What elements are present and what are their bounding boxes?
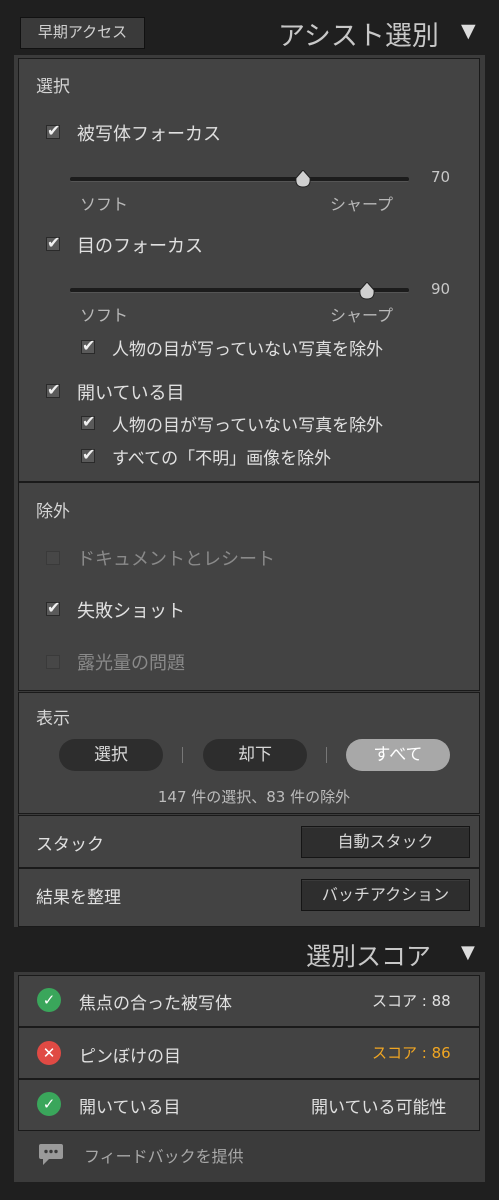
exclude-heading: 除外	[36, 502, 70, 522]
open-eyes-checkbox[interactable]	[46, 380, 60, 399]
collapse-panel-icon[interactable]: ▼	[461, 20, 476, 42]
subject-focus-value: 70	[431, 168, 451, 186]
open-eyes-exclude-no-eyes-checkbox[interactable]	[81, 412, 95, 431]
exclude-exposure-label: 露光量の問題	[77, 653, 185, 674]
score-value-warning: スコア : 86	[372, 1044, 451, 1062]
tab-select[interactable]: 選択	[59, 739, 163, 771]
eye-focus-exclude-no-eyes-checkbox[interactable]	[81, 336, 95, 355]
subject-focus-min-label: ソフト	[80, 195, 129, 214]
tab-all[interactable]: すべて	[346, 739, 450, 771]
exclude-exposure-checkbox[interactable]	[46, 655, 60, 669]
subject-focus-label: 被写体フォーカス	[77, 124, 221, 145]
eye-focus-checkbox[interactable]	[46, 233, 60, 252]
batch-action-button[interactable]: バッチアクション	[301, 879, 470, 911]
eye-focus-slider-thumb[interactable]	[359, 282, 375, 300]
tab-reject[interactable]: 却下	[203, 739, 307, 771]
eye-focus-min-label: ソフト	[80, 306, 129, 325]
speech-bubble-icon[interactable]	[38, 1143, 64, 1167]
tab-separator	[182, 747, 183, 763]
x-circle-icon: ✕	[37, 1041, 61, 1065]
eye-focus-value: 90	[431, 280, 451, 298]
open-eyes-exclude-unknown-label: すべての「不明」画像を除外	[112, 449, 332, 469]
feedback-link[interactable]: フィードバックを提供	[84, 1143, 244, 1167]
select-heading: 選択	[36, 77, 70, 97]
tab-separator	[326, 747, 327, 763]
open-eyes-label: 開いている目	[77, 383, 185, 404]
check-circle-icon: ✓	[37, 1092, 61, 1116]
score-label: ピンぼけの目	[79, 1047, 181, 1067]
score-panel-title: 選別スコア	[306, 942, 432, 971]
subject-focus-slider-thumb[interactable]	[295, 170, 311, 188]
auto-stack-button[interactable]: 自動スタック	[301, 826, 470, 858]
exclude-failed-shots-label: 失敗ショット	[77, 601, 185, 622]
open-eyes-exclude-no-eyes-label: 人物の目が写っていない写真を除外	[112, 416, 384, 436]
early-access-badge[interactable]: 早期アクセス	[20, 17, 145, 49]
exclude-documents-checkbox[interactable]	[46, 551, 60, 565]
exclude-documents-label: ドキュメントとレシート	[77, 549, 275, 570]
open-eyes-exclude-unknown-checkbox[interactable]	[81, 445, 95, 464]
check-circle-icon: ✓	[37, 988, 61, 1012]
display-heading: 表示	[36, 709, 70, 729]
subject-focus-max-label: シャープ	[330, 195, 394, 214]
subject-focus-slider-track[interactable]	[70, 177, 409, 182]
stack-label: スタック	[36, 835, 104, 855]
organize-label: 結果を整理	[36, 888, 121, 908]
display-summary: 147 件の選択、83 件の除外	[157, 788, 351, 806]
exclude-failed-shots-checkbox[interactable]	[46, 598, 60, 617]
score-value: 開いている可能性	[311, 1098, 447, 1118]
collapse-score-icon[interactable]: ▼	[461, 942, 475, 963]
subject-focus-checkbox[interactable]	[46, 121, 60, 140]
eye-focus-exclude-no-eyes-label: 人物の目が写っていない写真を除外	[112, 340, 384, 360]
score-label: 焦点の合った被写体	[79, 994, 232, 1014]
panel-title: アシスト選別	[278, 21, 439, 52]
eye-focus-label: 目のフォーカス	[77, 236, 203, 257]
eye-focus-max-label: シャープ	[330, 306, 394, 325]
score-value: スコア : 88	[372, 992, 451, 1010]
score-label: 開いている目	[79, 1098, 181, 1118]
